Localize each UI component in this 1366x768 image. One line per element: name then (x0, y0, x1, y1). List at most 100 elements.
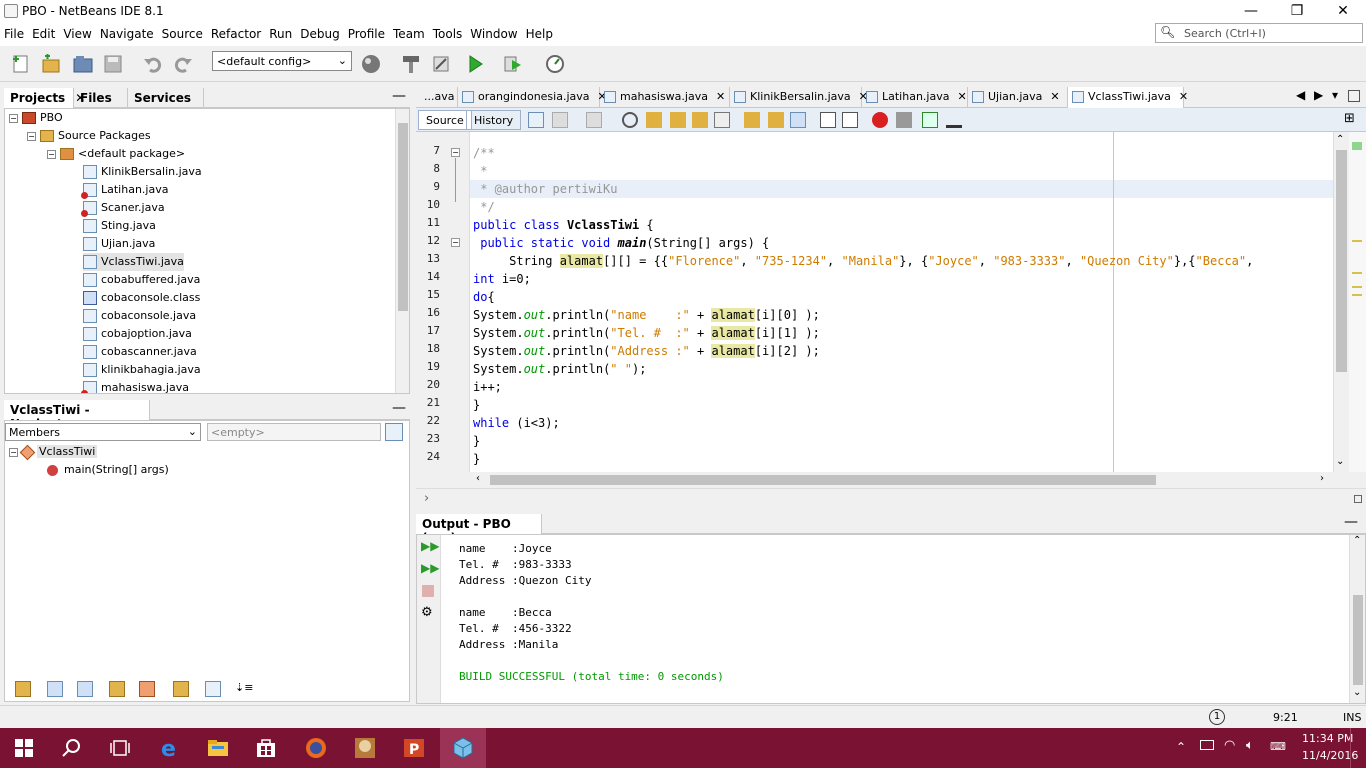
warning-mark[interactable] (1352, 240, 1362, 242)
split-editor-icon[interactable]: ⊞ (1344, 111, 1355, 126)
editor-horizontal-scrollbar[interactable]: ‹ › (470, 472, 1333, 488)
tree-file[interactable]: Latihan.java (81, 181, 168, 199)
navigator-method[interactable]: main(String[] args) (47, 461, 169, 479)
debug-project-icon[interactable] (502, 53, 524, 75)
hide-nonpublic-icon[interactable] (109, 681, 125, 697)
source-view-button[interactable]: Source (418, 110, 472, 130)
powerpoint-icon[interactable]: P (402, 736, 426, 760)
menu-profile[interactable]: Profile (344, 24, 389, 41)
scroll-thumb[interactable] (1353, 595, 1363, 685)
search-icon[interactable] (60, 736, 84, 760)
menu-source[interactable]: Source (158, 24, 207, 41)
tab-ava[interactable]: ...ava (420, 87, 458, 108)
scroll-thumb[interactable] (1336, 150, 1347, 372)
menu-help[interactable]: Help (522, 24, 557, 41)
stop-macro-icon[interactable] (896, 112, 912, 128)
rerun-icon[interactable]: ▶▶ (421, 539, 439, 553)
task-view-icon[interactable] (108, 736, 132, 760)
shift-left-icon[interactable] (820, 112, 836, 128)
navigator-options-icon[interactable] (385, 423, 403, 441)
file-explorer-icon[interactable] (206, 736, 230, 760)
netbeans-icon[interactable] (451, 736, 475, 760)
tree-file[interactable]: Ujian.java (83, 235, 155, 253)
menu-edit[interactable]: Edit (28, 24, 59, 41)
tree-scrollbar[interactable] (395, 109, 409, 393)
toggle-highlight-icon[interactable] (692, 112, 708, 128)
tree-file[interactable]: cobabuffered.java (83, 271, 200, 289)
search-box[interactable]: 🔍︎ Search (Ctrl+I) (1155, 23, 1363, 43)
build-target-icon[interactable] (360, 53, 382, 75)
sort-by-source-icon[interactable]: ⇣≡ (235, 681, 253, 697)
menu-file[interactable]: File (0, 24, 28, 41)
tree-file[interactable]: cobascanner.java (83, 343, 197, 361)
menu-view[interactable]: View (59, 24, 95, 41)
tab-scroll-left-icon[interactable]: ◀ (1296, 88, 1305, 102)
prev-bookmark-icon[interactable] (744, 112, 760, 128)
navigator-class[interactable]: − VclassTiwi (9, 443, 98, 461)
tab-projects[interactable]: Projects ✕ (4, 88, 85, 108)
toggle-breadcrumb-icon[interactable] (1354, 495, 1362, 503)
save-all-icon[interactable] (102, 53, 124, 75)
toggle-bookmark-icon[interactable] (790, 112, 806, 128)
run-project-icon[interactable] (464, 53, 486, 75)
firefox-icon[interactable] (304, 736, 328, 760)
notifications-icon[interactable]: 1 (1209, 709, 1225, 725)
sort-by-name-icon[interactable] (205, 681, 221, 697)
comment-icon[interactable] (922, 112, 938, 128)
scroll-thumb[interactable] (398, 123, 408, 311)
tree-file[interactable]: cobajoption.java (83, 325, 192, 343)
tab-mahasiswa[interactable]: mahasiswa.java ✕ (600, 87, 730, 108)
show-inherited-icon[interactable] (15, 681, 31, 697)
shift-right-icon[interactable] (842, 112, 858, 128)
hide-inner-classes-icon[interactable] (139, 681, 155, 697)
battery-icon[interactable] (1200, 740, 1214, 750)
minimize-panel-icon[interactable]: — (1344, 514, 1358, 530)
close-window-button[interactable]: ✕ (1320, 0, 1366, 24)
breadcrumb-arrow-icon[interactable]: › (424, 491, 429, 506)
start-macro-icon[interactable] (872, 112, 888, 128)
history-view-button[interactable]: History (466, 110, 522, 130)
fold-toggle[interactable]: − (451, 148, 460, 157)
tab-orangindonesia[interactable]: orangindonesia.java ✕ (458, 87, 607, 108)
menu-tools[interactable]: Tools (429, 24, 467, 41)
sort-icon[interactable] (173, 681, 189, 697)
minimize-panel-icon[interactable]: — (392, 400, 406, 416)
hide-fields-icon[interactable] (47, 681, 63, 697)
undo-icon[interactable] (142, 53, 164, 75)
volume-muted-icon[interactable]: 🔈︎ (1246, 738, 1254, 753)
uncomment-icon[interactable] (946, 112, 962, 128)
warning-mark[interactable] (1352, 272, 1362, 274)
tree-file[interactable]: cobaconsole.class (83, 289, 200, 307)
warning-mark[interactable] (1352, 294, 1362, 296)
tree-file[interactable]: mahasiswa.java (81, 379, 189, 393)
store-icon[interactable] (254, 736, 278, 760)
tab-vclasstiwi[interactable]: VclassTiwi.java ✕ (1068, 87, 1188, 108)
scroll-thumb[interactable] (490, 475, 1156, 485)
open-project-icon[interactable] (72, 53, 94, 75)
clean-build-icon[interactable] (430, 53, 452, 75)
last-edit-icon[interactable] (528, 112, 544, 128)
game-app-icon[interactable] (353, 736, 377, 760)
tree-default-package[interactable]: − <default package> (47, 145, 185, 163)
minimize-panel-icon[interactable]: — (392, 88, 406, 104)
tree-file[interactable]: Scaner.java (81, 199, 165, 217)
config-dropdown[interactable]: <default config> ⌄ (212, 51, 352, 71)
menu-debug[interactable]: Debug (296, 24, 343, 41)
new-project-icon[interactable] (40, 53, 62, 75)
members-dropdown[interactable]: Members ⌄ (5, 423, 201, 441)
tree-file[interactable]: cobaconsole.java (83, 307, 196, 325)
tray-chevron-up-icon[interactable]: ⌃ (1176, 740, 1186, 754)
tab-services[interactable]: Services (128, 88, 204, 108)
menu-refactor[interactable]: Refactor (207, 24, 265, 41)
tree-file[interactable]: klinikbahagia.java (83, 361, 201, 379)
tab-latihan[interactable]: Latihan.java ✕ (862, 87, 968, 108)
forward-icon[interactable] (586, 112, 602, 128)
tab-list-icon[interactable]: ▾ (1332, 88, 1338, 102)
tree-file[interactable]: KlinikBersalin.java (83, 163, 202, 181)
menu-navigate[interactable]: Navigate (96, 24, 158, 41)
settings-icon[interactable]: ⚙ (421, 605, 433, 620)
edge-browser-icon[interactable]: e (158, 736, 182, 760)
fold-toggle[interactable]: − (451, 238, 460, 247)
show-desktop-button[interactable] (1350, 728, 1366, 768)
code-editor[interactable]: /** * * @author pertiwiKu */ public clas… (470, 132, 1333, 472)
